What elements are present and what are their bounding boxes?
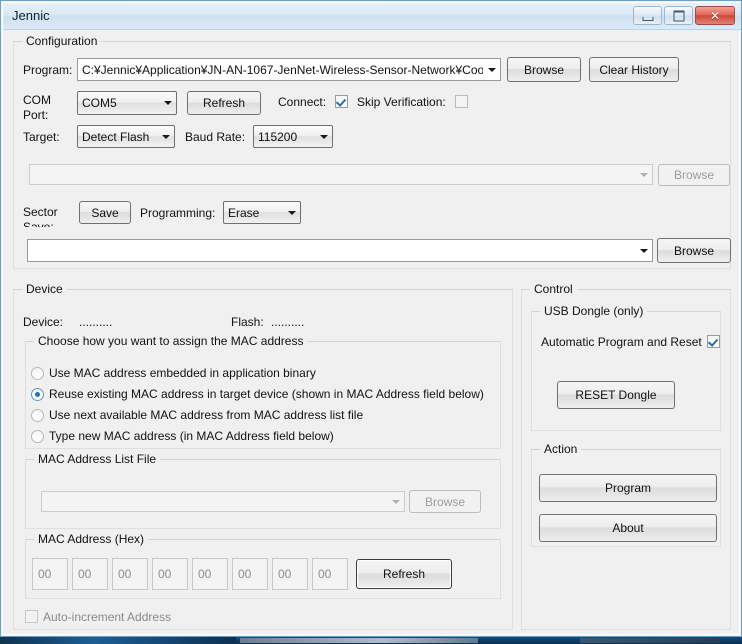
mac-assignment-legend: Choose how you want to assign the MAC ad… xyxy=(34,334,308,348)
device-legend: Device xyxy=(22,282,67,296)
baud-rate-value: 115200 xyxy=(258,129,298,144)
screenshot-root: Jennic ✕ Configuration Program: C:¥Jenni… xyxy=(0,0,742,644)
radio-use-embedded-mac[interactable] xyxy=(31,367,44,380)
automatic-program-reset-checkbox[interactable] xyxy=(707,335,720,348)
window-controls: ✕ xyxy=(633,6,735,25)
mac-byte-0[interactable]: 00 xyxy=(32,558,68,590)
minimize-button[interactable] xyxy=(633,6,662,25)
program-path-combo[interactable]: C:¥Jennic¥Application¥JN-AN-1067-JenNet-… xyxy=(77,58,501,81)
auto-increment-label: Auto-increment Address xyxy=(43,610,172,624)
minimize-icon xyxy=(642,16,653,21)
taskbar-items-region xyxy=(240,638,478,643)
desktop-taskbar-sliver xyxy=(0,637,742,644)
com-port-value: COM5 xyxy=(82,96,117,110)
usb-dongle-legend: USB Dongle (only) xyxy=(540,304,648,318)
window-title: Jennic xyxy=(12,8,50,23)
device-status-value: .......... xyxy=(79,315,113,329)
mac-byte-1[interactable]: 00 xyxy=(72,558,108,590)
skip-verification-checkbox[interactable] xyxy=(455,95,468,108)
radio-label-use-next-available-mac: Use next available MAC address from MAC … xyxy=(49,408,364,422)
chevron-down-icon xyxy=(387,492,404,511)
main-browse-button[interactable]: Browse xyxy=(657,238,731,263)
auto-increment-checkbox xyxy=(25,610,38,623)
mac-refresh-button[interactable]: Refresh xyxy=(356,559,452,589)
configuration-legend: Configuration xyxy=(22,34,102,48)
chevron-down-icon xyxy=(635,165,652,184)
mac-byte-4[interactable]: 00 xyxy=(192,558,228,590)
radio-label-type-new-mac: Type new MAC address (in MAC Address fie… xyxy=(49,429,334,443)
programming-label: Programming: xyxy=(140,206,216,220)
mac-byte-6[interactable]: 00 xyxy=(272,558,308,590)
com-port-label-line2: Port: xyxy=(23,108,49,122)
radio-label-use-embedded-mac: Use MAC address embedded in application … xyxy=(49,366,316,380)
maximize-icon xyxy=(673,10,684,21)
radio-type-new-mac[interactable] xyxy=(31,430,44,443)
sector-save-label-line1: Sector xyxy=(23,205,58,219)
mac-byte-3[interactable]: 00 xyxy=(152,558,188,590)
target-combo[interactable]: Detect Flash xyxy=(77,125,175,148)
reset-dongle-button[interactable]: RESET Dongle xyxy=(557,381,675,409)
com-port-combo[interactable]: COM5 xyxy=(77,91,177,115)
mac-byte-2[interactable]: 00 xyxy=(112,558,148,590)
target-value: Detect Flash xyxy=(82,129,150,144)
target-label: Target: xyxy=(23,130,60,144)
device-status-label: Device: xyxy=(23,315,64,329)
com-refresh-button[interactable]: Refresh xyxy=(187,91,261,115)
chevron-down-icon[interactable] xyxy=(157,126,174,147)
mac-hex-legend: MAC Address (Hex) xyxy=(34,532,149,546)
flash-status-label: Flash: xyxy=(231,315,264,329)
radio-use-next-available-mac[interactable] xyxy=(31,409,44,422)
chevron-down-icon[interactable] xyxy=(159,92,176,114)
radio-reuse-existing-mac[interactable] xyxy=(31,388,44,401)
sector-save-button[interactable]: Save xyxy=(79,201,131,224)
programming-combo[interactable]: Erase xyxy=(223,201,301,224)
baud-rate-combo[interactable]: 115200 xyxy=(253,125,333,148)
mac-byte-7[interactable]: 00 xyxy=(312,558,348,590)
action-legend: Action xyxy=(540,442,582,456)
main-file-combo[interactable] xyxy=(27,239,653,262)
close-button[interactable]: ✕ xyxy=(695,6,735,25)
secondary-browse-button: Browse xyxy=(658,164,730,186)
skip-verification-label: Skip Verification: xyxy=(357,95,446,109)
jennic-window: Jennic ✕ Configuration Program: C:¥Jenni… xyxy=(0,0,742,637)
program-button[interactable]: Program xyxy=(539,474,717,502)
taskbar-tray-region xyxy=(580,638,720,643)
chevron-down-icon[interactable] xyxy=(283,202,300,223)
connect-label: Connect: xyxy=(278,95,327,109)
automatic-program-reset-label: Automatic Program and Reset xyxy=(541,335,702,349)
mac-list-browse-button: Browse xyxy=(409,490,481,513)
control-legend: Control xyxy=(530,282,577,296)
programming-value: Erase xyxy=(228,205,260,220)
com-port-label-line1: COM xyxy=(23,93,51,107)
sector-save-label-line2: Save: xyxy=(23,221,54,227)
flash-status-value: .......... xyxy=(271,315,305,329)
connect-checkbox[interactable] xyxy=(335,95,348,108)
about-button[interactable]: About xyxy=(539,514,717,542)
close-icon: ✕ xyxy=(709,8,721,23)
chevron-down-icon[interactable] xyxy=(635,240,652,261)
secondary-file-combo xyxy=(29,164,653,185)
usb-dongle-group: USB Dongle (only) xyxy=(531,304,721,431)
taskbar-start-region xyxy=(0,637,236,644)
maximize-button[interactable] xyxy=(664,6,693,25)
mac-byte-5[interactable]: 00 xyxy=(232,558,268,590)
mac-list-file-combo xyxy=(41,491,405,512)
chevron-down-icon[interactable] xyxy=(483,59,500,80)
chevron-down-icon[interactable] xyxy=(315,126,332,147)
program-label: Program: xyxy=(23,63,73,77)
program-path-value: C:¥Jennic¥Application¥JN-AN-1067-JenNet-… xyxy=(82,62,483,77)
baud-rate-label: Baud Rate: xyxy=(185,130,246,144)
radio-label-reuse-existing-mac: Reuse existing MAC address in target dev… xyxy=(49,387,484,401)
program-browse-button[interactable]: Browse xyxy=(507,57,581,82)
mac-list-file-legend: MAC Address List File xyxy=(34,452,161,466)
title-bar: Jennic ✕ xyxy=(3,3,741,30)
clear-history-button[interactable]: Clear History xyxy=(589,57,679,82)
